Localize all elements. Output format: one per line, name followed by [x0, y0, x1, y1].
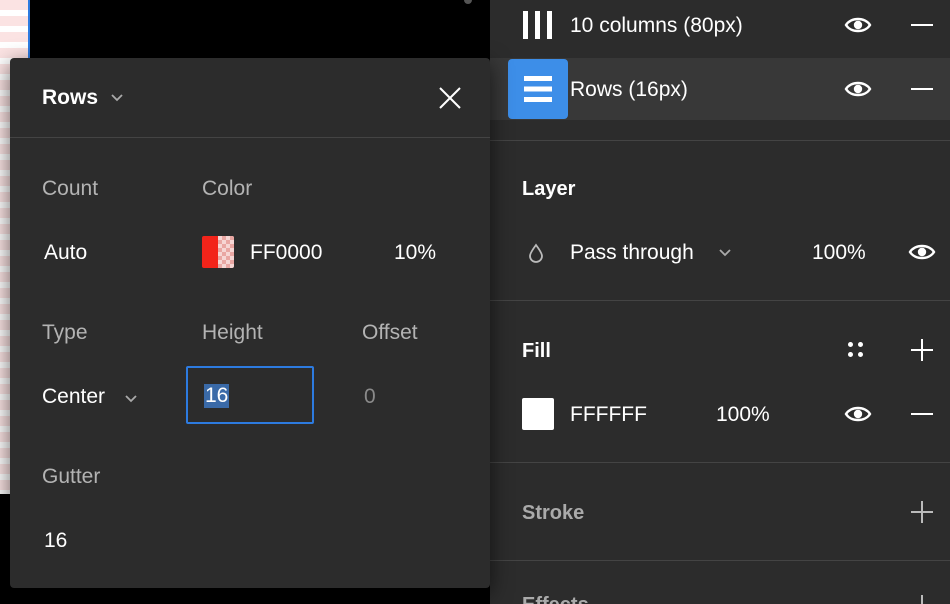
grid-color-opacity[interactable]: 10% [394, 241, 436, 265]
fill-color-swatch[interactable] [522, 398, 554, 430]
remove-grid-icon[interactable] [910, 13, 934, 37]
fill-hex-value[interactable]: FFFFFF [570, 403, 647, 427]
layout-grid-rows-row[interactable]: Rows (16px) [490, 58, 950, 120]
chevron-down-icon[interactable] [110, 90, 124, 108]
eye-icon[interactable] [844, 15, 872, 35]
columns-grid-icon[interactable] [508, 0, 568, 55]
add-effect-icon[interactable] [910, 594, 934, 604]
grid-type-select[interactable]: Rows [42, 86, 98, 110]
type-label: Type [42, 321, 88, 344]
layer-section-title: Layer [522, 178, 576, 200]
rows-grid-icon[interactable] [508, 59, 568, 119]
grid-label: Rows (16px) [570, 78, 688, 101]
grid-label: 10 columns (80px) [570, 14, 743, 37]
properties-panel: 10 columns (80px) Rows (16px) Layer Pass… [490, 0, 950, 604]
gutter-input[interactable]: 16 [44, 529, 67, 553]
offset-label: Offset [362, 321, 418, 344]
divider [490, 140, 950, 141]
height-label: Height [202, 321, 263, 344]
popover-header: Rows [10, 58, 490, 138]
type-select[interactable]: Center [42, 385, 105, 409]
color-label: Color [202, 177, 253, 200]
divider [490, 300, 950, 301]
remove-fill-icon[interactable] [910, 402, 934, 426]
add-stroke-icon[interactable] [910, 500, 934, 524]
divider [490, 560, 950, 561]
divider [490, 462, 950, 463]
gutter-label: Gutter [42, 465, 101, 488]
app-stage: 10 columns (80px) Rows (16px) Layer Pass… [0, 0, 950, 604]
remove-grid-icon[interactable] [910, 77, 934, 101]
fill-section-title: Fill [522, 340, 551, 362]
grid-settings-popover: Rows Count Color Auto FF0000 10% Type He… [10, 58, 490, 588]
canvas-handle[interactable] [464, 0, 472, 4]
eye-icon[interactable] [908, 242, 936, 262]
count-input[interactable]: Auto [44, 241, 87, 265]
height-input-value[interactable]: 16 [204, 384, 230, 408]
eye-icon[interactable] [844, 79, 872, 99]
effects-section-title: Effects [522, 594, 589, 604]
height-input[interactable]: 16 [186, 366, 314, 424]
grid-color-hex[interactable]: FF0000 [250, 241, 322, 265]
layout-grid-columns-row[interactable]: 10 columns (80px) [490, 0, 950, 56]
chevron-down-icon[interactable] [124, 391, 138, 409]
stroke-section-title: Stroke [522, 502, 585, 524]
style-grid-icon[interactable] [846, 340, 866, 360]
offset-input[interactable]: 0 [364, 385, 376, 409]
blend-mode-icon [528, 243, 544, 268]
count-label: Count [42, 177, 99, 200]
add-fill-icon[interactable] [910, 338, 934, 362]
close-icon[interactable] [436, 84, 464, 112]
grid-color-swatch[interactable] [202, 236, 234, 268]
blend-mode-select[interactable]: Pass through [570, 241, 694, 265]
eye-icon[interactable] [844, 404, 872, 424]
layer-opacity[interactable]: 100% [812, 241, 866, 265]
fill-opacity[interactable]: 100% [716, 403, 770, 427]
chevron-down-icon[interactable] [718, 245, 732, 263]
